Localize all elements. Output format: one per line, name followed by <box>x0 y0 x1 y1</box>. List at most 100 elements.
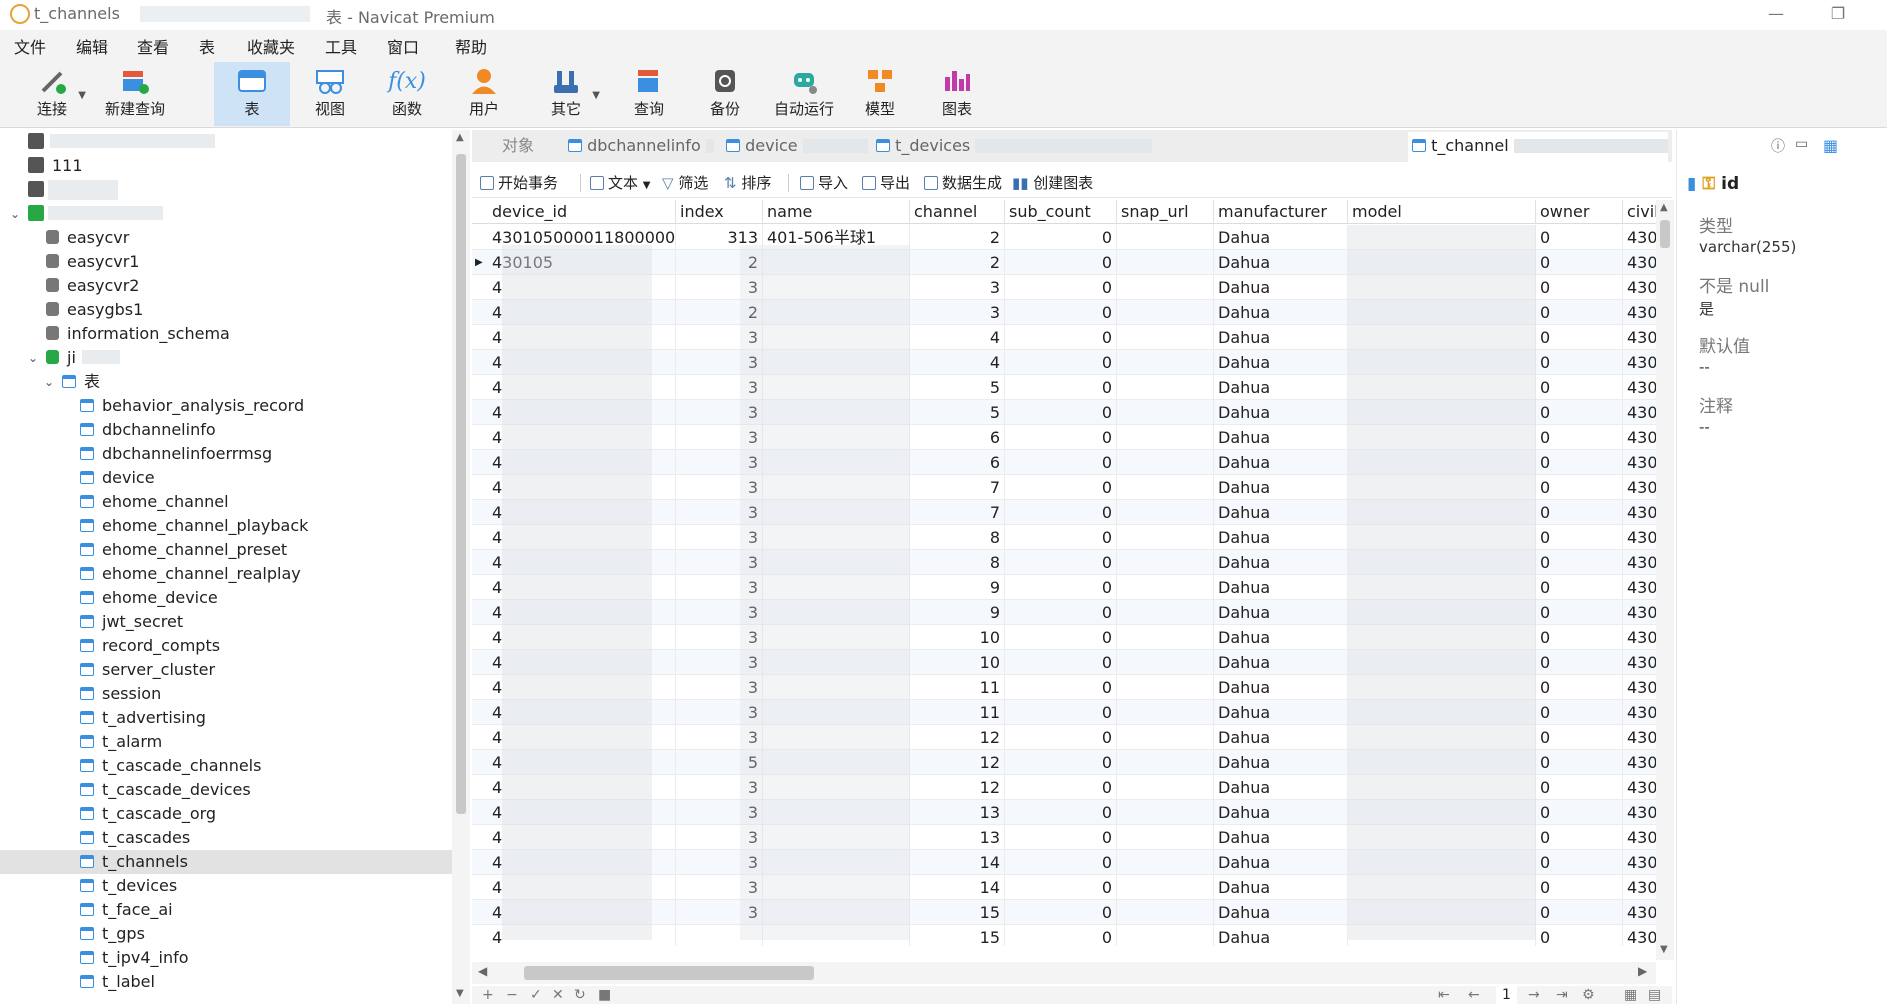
cell-owner[interactable]: 0 <box>1536 450 1623 475</box>
cell-owner[interactable]: 0 <box>1536 550 1623 575</box>
tree-table-item[interactable]: device <box>0 466 452 490</box>
tree-tables-folder[interactable]: ⌄ 表 <box>0 370 452 394</box>
scroll-up-icon[interactable]: ▲ <box>1660 202 1668 213</box>
table-layout-icon[interactable]: ▦ <box>1823 136 1838 155</box>
cell-owner[interactable]: 0 <box>1536 575 1623 600</box>
tree-connection-open[interactable]: ⌄ <box>0 202 452 226</box>
cell-civil[interactable]: 4301 <box>1623 325 1656 350</box>
cell-manufacturer[interactable]: Dahua <box>1214 625 1348 650</box>
cell-manufacturer[interactable]: Dahua <box>1214 675 1348 700</box>
chart-button[interactable]: 图表 <box>919 62 995 126</box>
cell-manufacturer[interactable]: Dahua <box>1214 650 1348 675</box>
cell-channel[interactable]: 8 <box>910 525 1005 550</box>
cell-channel[interactable]: 2 <box>910 225 1005 250</box>
menu-window[interactable]: 窗口 <box>387 34 419 58</box>
tree-table-item[interactable]: ehome_channel <box>0 490 452 514</box>
backup-button[interactable]: 备份 <box>687 62 763 126</box>
cell-manufacturer[interactable]: Dahua <box>1214 525 1348 550</box>
tree-table-item[interactable]: ehome_channel_realplay <box>0 562 452 586</box>
cell-channel[interactable]: 13 <box>910 825 1005 850</box>
tree-table-item[interactable]: t_cascade_org <box>0 802 452 826</box>
cell-manufacturer[interactable]: Dahua <box>1214 550 1348 575</box>
cell-snap-url[interactable] <box>1117 500 1214 525</box>
cell-snap-url[interactable] <box>1117 925 1214 946</box>
chevron-down-icon[interactable]: ⌄ <box>28 346 38 370</box>
cell-civil[interactable]: 4301 <box>1623 525 1656 550</box>
cell-snap-url[interactable] <box>1117 475 1214 500</box>
cell-snap-url[interactable] <box>1117 775 1214 800</box>
import-button[interactable]: 导入 <box>800 172 848 193</box>
cell-owner[interactable]: 0 <box>1536 500 1623 525</box>
cell-manufacturer[interactable]: Dahua <box>1214 325 1348 350</box>
menu-file[interactable]: 文件 <box>14 34 46 58</box>
tree-table-item[interactable]: record_compts <box>0 634 452 658</box>
tree-connection-111[interactable]: 111 <box>0 154 452 178</box>
cell-sub-count[interactable]: 0 <box>1005 675 1117 700</box>
cell-channel[interactable]: 7 <box>910 500 1005 525</box>
cell-channel[interactable]: 4 <box>910 325 1005 350</box>
cell-manufacturer[interactable]: Dahua <box>1214 875 1348 900</box>
scrollbar-thumb[interactable] <box>456 154 466 814</box>
cell-civil[interactable]: 4301 <box>1623 625 1656 650</box>
tree-table-item[interactable]: dbchannelinfo <box>0 418 452 442</box>
cell-civil[interactable]: 4301 <box>1623 375 1656 400</box>
cell-owner[interactable]: 0 <box>1536 300 1623 325</box>
cell-channel[interactable]: 15 <box>910 925 1005 946</box>
data-generation-button[interactable]: 数据生成 <box>924 172 1002 193</box>
cell-snap-url[interactable] <box>1117 525 1214 550</box>
cell-channel[interactable]: 11 <box>910 700 1005 725</box>
cell-civil[interactable]: 4301 <box>1623 600 1656 625</box>
cell-channel[interactable]: 9 <box>910 575 1005 600</box>
cell-sub-count[interactable]: 0 <box>1005 625 1117 650</box>
cell-civil[interactable]: 4301 <box>1623 250 1656 275</box>
cell-sub-count[interactable]: 0 <box>1005 225 1117 250</box>
cell-snap-url[interactable] <box>1117 400 1214 425</box>
cell-owner[interactable]: 0 <box>1536 475 1623 500</box>
tree-table-item[interactable]: t_cascade_devices <box>0 778 452 802</box>
cell-channel[interactable]: 12 <box>910 775 1005 800</box>
tree-table-item[interactable]: dbchannelinfoerrmsg <box>0 442 452 466</box>
tab-dbchannelinfo[interactable]: dbchannelinfo <box>564 132 714 162</box>
cell-sub-count[interactable]: 0 <box>1005 250 1117 275</box>
column-header-name[interactable]: name <box>763 200 910 224</box>
cell-civil[interactable]: 4301 <box>1623 425 1656 450</box>
cell-owner[interactable]: 0 <box>1536 400 1623 425</box>
cell-channel[interactable]: 2 <box>910 250 1005 275</box>
cell-channel[interactable]: 6 <box>910 450 1005 475</box>
tree-table-item[interactable]: t_advertising <box>0 706 452 730</box>
tree-table-item[interactable]: t_cascades <box>0 826 452 850</box>
cell-channel[interactable]: 15 <box>910 900 1005 925</box>
cell-manufacturer[interactable]: Dahua <box>1214 800 1348 825</box>
menu-view[interactable]: 查看 <box>137 34 169 58</box>
cell-sub-count[interactable]: 0 <box>1005 350 1117 375</box>
column-header-owner[interactable]: owner <box>1536 200 1623 224</box>
grid-vertical-scrollbar[interactable]: ▲ ▼ <box>1656 200 1674 960</box>
apply-button[interactable]: ✓ <box>530 986 542 1004</box>
chevron-down-icon[interactable]: ▼ <box>78 90 86 101</box>
tree-table-item[interactable]: t_channels <box>0 850 452 874</box>
automation-button[interactable]: 自动运行 <box>764 62 844 126</box>
filter-button[interactable]: ▽ 筛选 <box>662 172 708 193</box>
cell-civil[interactable]: 4301 <box>1623 675 1656 700</box>
cell-manufacturer[interactable]: Dahua <box>1214 775 1348 800</box>
cell-civil[interactable]: 4301 <box>1623 650 1656 675</box>
cell-sub-count[interactable]: 0 <box>1005 875 1117 900</box>
cell-sub-count[interactable]: 0 <box>1005 925 1117 946</box>
tree-table-item[interactable]: t_ipv4_info <box>0 946 452 970</box>
minimize-button[interactable]: — <box>1756 2 1796 26</box>
cell-manufacturer[interactable]: Dahua <box>1214 275 1348 300</box>
cell-snap-url[interactable] <box>1117 900 1214 925</box>
column-header-channel[interactable]: channel <box>910 200 1005 224</box>
cell-civil[interactable]: 4301 <box>1623 900 1656 925</box>
cell-sub-count[interactable]: 0 <box>1005 850 1117 875</box>
cell-owner[interactable]: 0 <box>1536 750 1623 775</box>
cell-civil[interactable]: 4301 <box>1623 400 1656 425</box>
cell-channel[interactable]: 3 <box>910 275 1005 300</box>
cell-owner[interactable]: 0 <box>1536 650 1623 675</box>
column-header-sub-count[interactable]: sub_count <box>1005 200 1117 224</box>
cell-manufacturer[interactable]: Dahua <box>1214 725 1348 750</box>
cell-snap-url[interactable] <box>1117 700 1214 725</box>
cell-civil[interactable]: 4301 <box>1623 925 1656 946</box>
tree-table-item[interactable]: t_face_ai <box>0 898 452 922</box>
tab-device[interactable]: device <box>722 132 868 162</box>
